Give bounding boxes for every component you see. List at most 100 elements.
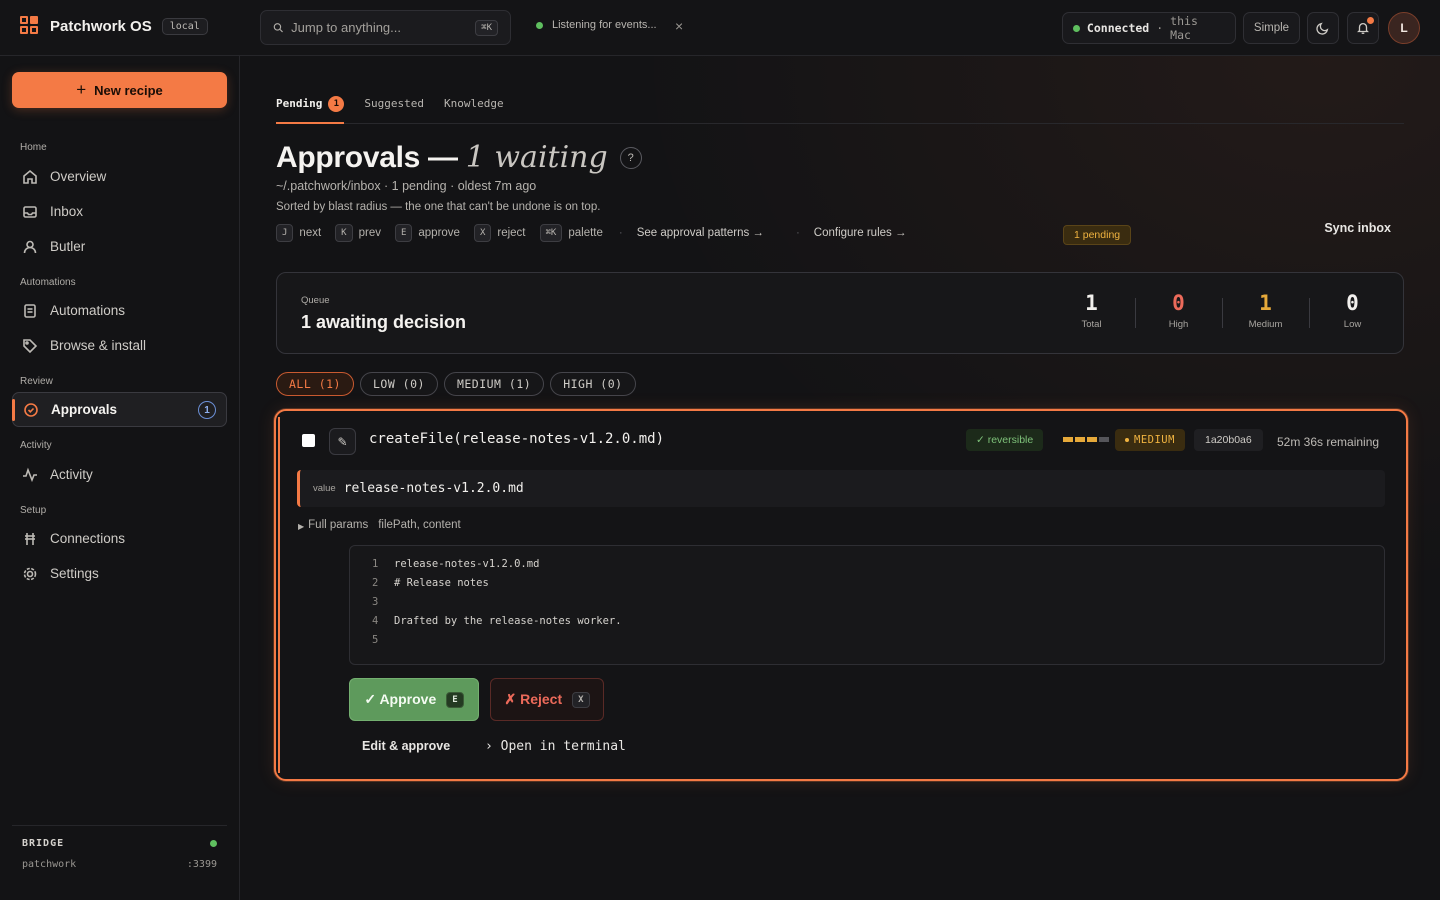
shortcut-key: ⌘K [539, 224, 563, 242]
sort-description: Sorted by blast radius — the one that ca… [276, 201, 601, 213]
brand[interactable]: Patchwork OS local [20, 16, 208, 36]
shortcut-next: Jnext [276, 224, 321, 242]
risk-bar [1087, 437, 1097, 442]
listening-status: Listening for events... [536, 19, 657, 31]
stat-low: 0 Low [1309, 291, 1396, 330]
configure-rules-link[interactable]: Configure rules → [814, 227, 907, 239]
stat-value: 0 [1172, 291, 1185, 315]
approval-card[interactable]: ✎ createFile(release-notes-v1.2.0.md) ✓ … [274, 409, 1408, 781]
queue-summary: Queue 1 awaiting decision 1 Total 0 High… [276, 272, 1404, 354]
new-recipe-button[interactable]: + New recipe [12, 72, 227, 108]
home-icon [23, 169, 37, 184]
sidebar-item-connections[interactable]: Connections [12, 521, 227, 556]
sidebar-item-overview[interactable]: Overview [12, 159, 227, 194]
user-icon [23, 240, 37, 253]
code-line: 5 [372, 634, 1384, 653]
sidebar-item-approvals[interactable]: Approvals 1 [12, 392, 227, 427]
shortcut-key: X [473, 224, 492, 242]
approve-button[interactable]: ✓ Approve E [349, 678, 479, 721]
risk-meter [1063, 437, 1109, 442]
edit-approve-button[interactable]: Edit & approve [362, 739, 450, 753]
link-separator: · [795, 227, 800, 239]
select-checkbox[interactable] [302, 434, 315, 447]
shortcut-label: reject [497, 227, 526, 239]
inbox-icon [23, 205, 37, 218]
moon-icon [1316, 22, 1329, 35]
reject-button[interactable]: ✗ Reject X [490, 678, 604, 721]
line-number: 1 [372, 558, 379, 570]
risk-bar [1099, 437, 1109, 442]
document-icon [24, 303, 36, 318]
stat-label: Low [1343, 319, 1362, 330]
approval-patterns-link[interactable]: See approval patterns → [637, 227, 764, 239]
connection-status[interactable]: Connected · this Mac [1062, 12, 1236, 44]
stat-value: 1 [1259, 291, 1272, 315]
open-terminal-button[interactable]: › Open in terminal [485, 739, 626, 754]
line-number: 3 [372, 596, 379, 608]
shortcut-approve: Eapprove [394, 224, 460, 242]
env-tag: local [161, 17, 208, 35]
code-line: 1 release-notes-v1.2.0.md [372, 558, 1384, 577]
risk-label: MEDIUM [1134, 434, 1175, 446]
search-shortcut: ⌘K [475, 19, 498, 36]
approval-id[interactable]: 1a20b0a6 [1194, 429, 1263, 451]
sidebar-item-browse[interactable]: Browse & install [12, 328, 227, 363]
risk-filters: ALL (1) LOW (0) MEDIUM (1) HIGH (0) [276, 372, 636, 396]
filter-high[interactable]: HIGH (0) [550, 372, 636, 396]
listening-text: Listening for events... [552, 19, 657, 31]
page-title-waiting: 1 waiting [465, 140, 608, 175]
simple-mode-button[interactable]: Simple [1243, 12, 1300, 44]
connection-target: this Mac [1170, 14, 1198, 42]
sidebar-item-inbox[interactable]: Inbox [12, 194, 227, 229]
search-input[interactable] [291, 20, 468, 35]
risk-badge: MEDIUM [1115, 429, 1185, 451]
bridge-title: BRIDGE [22, 838, 65, 849]
shortcut-label: prev [358, 227, 381, 239]
reversible-badge: ✓ reversible [966, 429, 1044, 451]
shortcut-label: palette [568, 227, 603, 239]
full-params-toggle[interactable]: ▶ Full params filePath, content [298, 519, 461, 531]
params-label: Full params [308, 519, 369, 531]
help-icon[interactable]: ? [619, 146, 642, 169]
sidebar-item-butler[interactable]: Butler [12, 229, 227, 264]
stat-label: High [1168, 319, 1189, 330]
tab-knowledge[interactable]: Knowledge [444, 94, 504, 124]
top-bar: Patchwork OS local ⌘K Listening for even… [0, 0, 1440, 56]
avatar[interactable]: L [1388, 12, 1420, 44]
sidebar-item-label: Settings [50, 566, 99, 581]
bridge-status-dot-icon [210, 840, 217, 847]
params-fields: filePath, content [378, 519, 461, 531]
filter-medium[interactable]: MEDIUM (1) [443, 372, 545, 396]
sidebar-item-label: Connections [50, 531, 126, 546]
new-recipe-label: New recipe [94, 82, 163, 98]
dismiss-status-button[interactable]: × [675, 18, 683, 34]
risk-bar [1075, 437, 1085, 442]
section-automations: Automations [20, 277, 76, 288]
sidebar-item-settings[interactable]: Settings [12, 556, 227, 591]
code-text: # Release notes [394, 577, 489, 589]
tab-suggested[interactable]: Suggested [364, 94, 424, 124]
shortcut-bar: Jnext Kprev Eapprove Xreject ⌘K palette ·… [276, 224, 936, 242]
filter-low[interactable]: LOW (0) [359, 372, 438, 396]
filter-all[interactable]: ALL (1) [276, 372, 354, 396]
section-review: Review [20, 376, 53, 387]
app-name: Patchwork OS [50, 17, 152, 35]
theme-toggle-button[interactable] [1307, 12, 1339, 44]
notification-dot-icon [1367, 17, 1374, 24]
queue-title: 1 awaiting decision [301, 312, 467, 332]
search-box[interactable]: ⌘K [260, 10, 511, 45]
tab-bar: Pending 1 Suggested Knowledge [276, 94, 1404, 124]
sidebar-item-automations[interactable]: Automations [12, 293, 227, 328]
sidebar: + New recipe Home Overview Inbox Butler … [0, 56, 240, 900]
section-activity: Activity [20, 440, 52, 451]
page-title-text: Approvals — [276, 140, 458, 174]
shortcut-palette: ⌘K palette [539, 224, 603, 242]
sync-inbox-button[interactable]: Sync inbox [1324, 221, 1391, 235]
sidebar-item-activity[interactable]: Activity [12, 457, 227, 492]
shortcut-label: next [299, 227, 322, 239]
tag-icon [23, 338, 38, 353]
approvals-count-badge: 1 [198, 401, 216, 419]
tab-pending[interactable]: Pending 1 [276, 94, 345, 124]
patchwork-logo-icon [20, 16, 40, 36]
notifications-button[interactable] [1347, 12, 1379, 44]
